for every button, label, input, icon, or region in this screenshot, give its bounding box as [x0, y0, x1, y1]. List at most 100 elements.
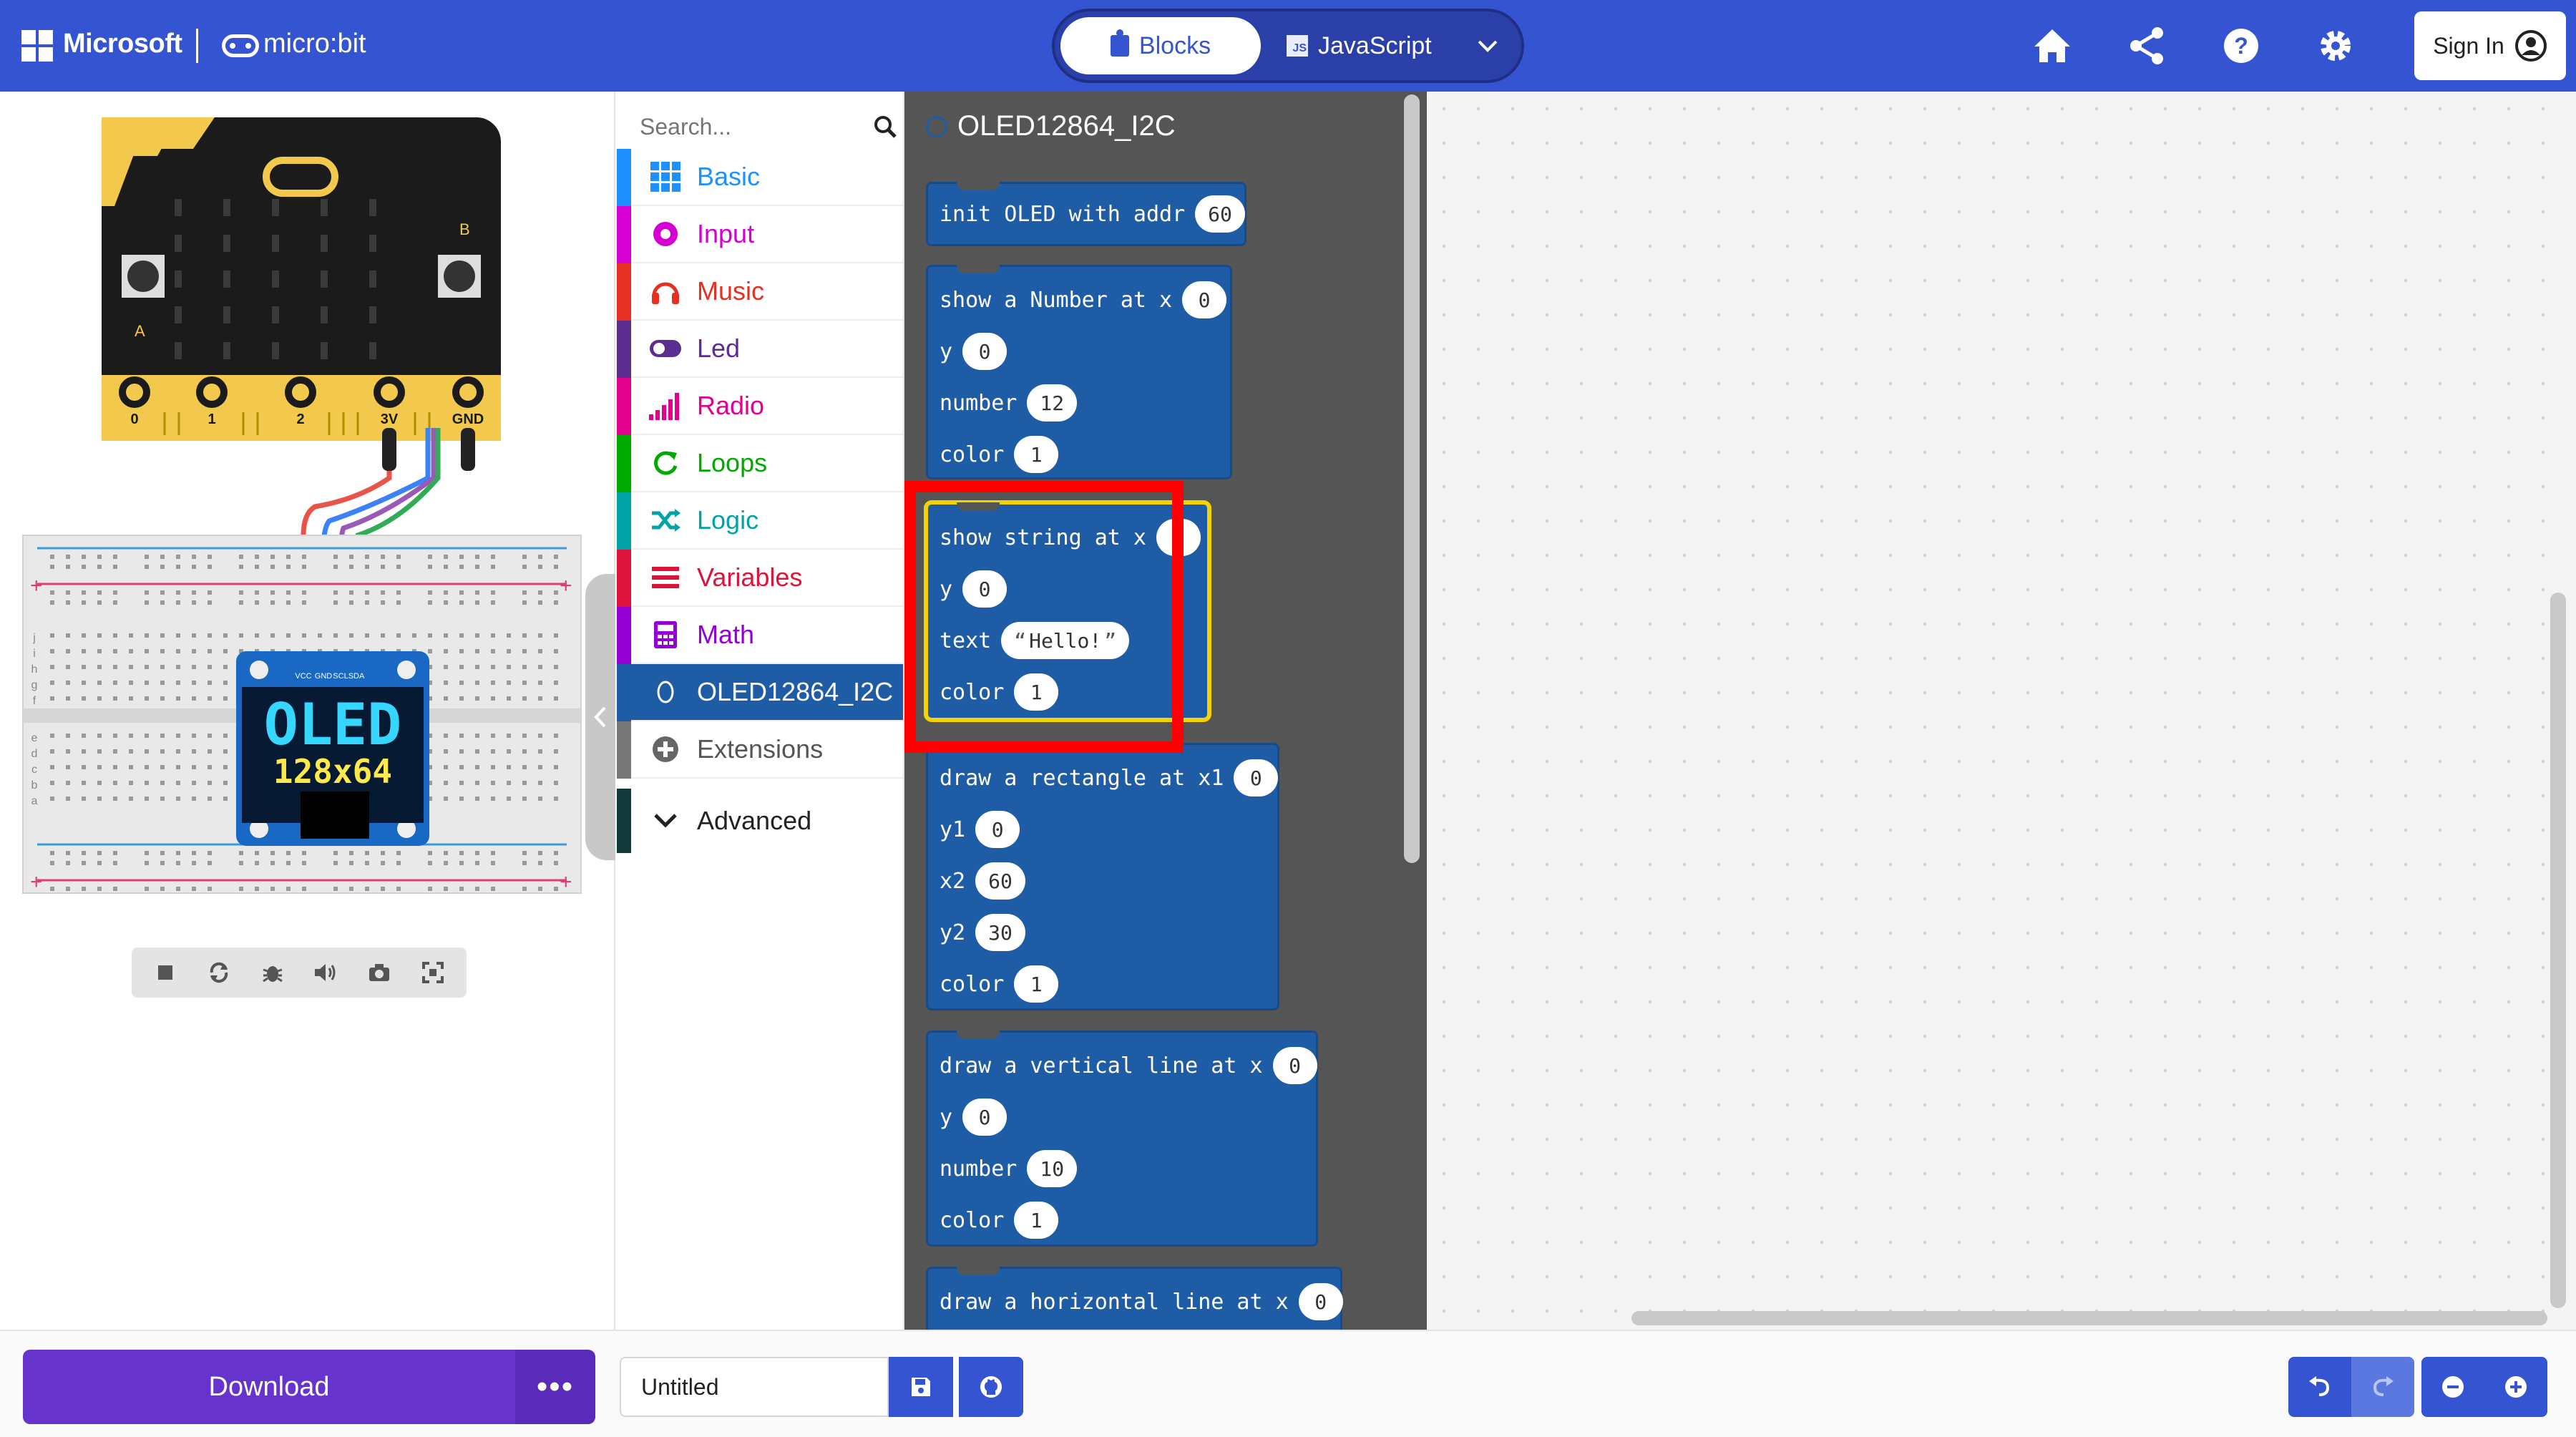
workspace-horizontal-scrollbar[interactable]	[1631, 1311, 2547, 1325]
block-show-number[interactable]: show a Number at x0 y0 number 12 color 1	[926, 265, 1232, 479]
block-label: y	[940, 338, 953, 364]
block-label: draw a horizontal line at x	[940, 1289, 1289, 1315]
github-icon	[980, 1376, 1002, 1398]
category-label: Radio	[697, 391, 765, 420]
toolbox-category-advanced[interactable]: Advanced	[617, 789, 903, 853]
home-button[interactable]	[2028, 21, 2077, 70]
block-init-oled[interactable]: init OLED with addr 60	[926, 182, 1246, 246]
stop-button[interactable]	[144, 951, 187, 994]
block-label: number	[940, 390, 1018, 416]
block-label: draw a rectangle at x1	[940, 765, 1224, 791]
search-icon[interactable]	[873, 115, 897, 139]
collapse-simulator-button[interactable]	[585, 574, 615, 860]
toolbox-category-math[interactable]: Math	[617, 607, 903, 664]
undo-button[interactable]	[2288, 1357, 2351, 1417]
category-label: Extensions	[697, 734, 824, 764]
block-label: color	[940, 442, 1005, 467]
toolbox-category-music[interactable]: Music	[617, 263, 903, 321]
editor-toggle: Blocks JS JavaScript	[1052, 9, 1524, 83]
workspace-vertical-scrollbar[interactable]	[2550, 593, 2566, 1308]
y-input[interactable]: 0	[962, 333, 1008, 370]
project-name-input[interactable]	[620, 1357, 889, 1417]
color-input[interactable]: 1	[1014, 965, 1059, 1003]
category-color-bar	[617, 607, 631, 664]
toolbox-category-basic[interactable]: Basic	[617, 149, 903, 206]
block-draw-rectangle[interactable]: draw a rectangle at x1 0 y1 0 x2 60 y2 30 co…	[926, 743, 1279, 1010]
category-label: Led	[697, 333, 741, 363]
simulator-stage[interactable]: A B 0 1 2 3V GND + + + + j i h g f e d c…	[0, 92, 615, 907]
signal-bars-icon	[648, 389, 683, 423]
puzzle-icon	[1110, 29, 1129, 57]
block-label: show a Number at x	[940, 287, 1173, 313]
zoom-in-button[interactable]	[2484, 1357, 2547, 1417]
editor-menu-button[interactable]	[1470, 29, 1506, 64]
mute-button[interactable]	[304, 951, 347, 994]
addr-input[interactable]: 60	[1195, 195, 1245, 233]
microbit-board[interactable]: A B 0 1 2 3V GND	[102, 117, 501, 441]
toolbox-category-extensions[interactable]: Extensions	[617, 721, 903, 779]
button-b[interactable]	[438, 255, 481, 298]
x1-input[interactable]: 0	[1234, 759, 1279, 797]
screenshot-button[interactable]	[358, 951, 401, 994]
plus-circle-icon	[648, 732, 683, 766]
fullscreen-button[interactable]	[411, 951, 454, 994]
svg-text:+: +	[560, 574, 572, 598]
zoom-out-button[interactable]	[2421, 1357, 2484, 1417]
help-button[interactable]: ?	[2217, 21, 2265, 70]
category-label: Math	[697, 620, 755, 649]
toolbox-category-radio[interactable]: Radio	[617, 378, 903, 435]
debug-button[interactable]	[251, 951, 294, 994]
number-input[interactable]: 10	[1027, 1150, 1078, 1187]
sign-in-button[interactable]: Sign In	[2414, 11, 2566, 80]
category-color-bar	[617, 149, 631, 206]
category-label: OLED12864_I2C	[697, 677, 894, 706]
flyout-scrollbar[interactable]	[1404, 94, 1420, 863]
x2-input[interactable]: 60	[975, 862, 1025, 900]
top-bar: Microsoft micro:bit Blocks JS JavaScript…	[0, 0, 2576, 92]
oled-pin-label: SCL	[333, 672, 348, 681]
oled-module[interactable]: VCC GND SCL SDA OLED 128x64	[236, 651, 429, 846]
y2-input[interactable]: 30	[975, 914, 1025, 951]
tab-javascript-label: JavaScript	[1318, 31, 1432, 59]
search-input[interactable]	[640, 113, 847, 140]
y1-input[interactable]: 0	[975, 811, 1020, 848]
block-draw-vertical-line[interactable]: draw a vertical line at x0 y0 number 10 c…	[926, 1031, 1318, 1247]
x-input[interactable]: 0	[1298, 1283, 1343, 1320]
x-input[interactable]: 0	[1272, 1047, 1317, 1084]
color-input[interactable]: 1	[1014, 436, 1059, 473]
share-icon	[2130, 27, 2163, 64]
settings-button[interactable]	[2311, 21, 2360, 70]
block-workspace[interactable]	[1427, 92, 2576, 1330]
block-label: color	[940, 1207, 1005, 1233]
save-button[interactable]	[889, 1357, 953, 1417]
share-button[interactable]	[2122, 21, 2171, 70]
github-button[interactable]	[959, 1357, 1023, 1417]
toolbox-category-logic[interactable]: Logic	[617, 492, 903, 550]
category-label: Loops	[697, 448, 768, 477]
y-input[interactable]: 0	[962, 1099, 1008, 1136]
restart-button[interactable]	[197, 951, 240, 994]
pin-label: GND	[452, 411, 484, 427]
breadboard-row-letter: a	[31, 795, 38, 807]
number-input[interactable]: 12	[1027, 384, 1078, 422]
color-input[interactable]: 1	[1014, 1202, 1059, 1239]
toolbox-category-input[interactable]: Input	[617, 206, 903, 263]
download-more-button[interactable]: •••	[515, 1350, 595, 1424]
restart-icon	[210, 962, 228, 983]
button-a-label: A	[135, 322, 145, 340]
toolbox-category-led[interactable]: Led	[617, 321, 903, 378]
tab-blocks[interactable]: Blocks	[1060, 17, 1261, 74]
category-label: Music	[697, 276, 765, 306]
microsoft-label: Microsoft	[63, 29, 182, 59]
redo-button[interactable]	[2351, 1357, 2414, 1417]
svg-text:?: ?	[2234, 33, 2248, 59]
toolbox-category-loops[interactable]: Loops	[617, 435, 903, 492]
toolbox-category-variables[interactable]: Variables	[617, 550, 903, 607]
download-button[interactable]: Download	[23, 1350, 515, 1424]
toolbox-category-oled12864-i2c[interactable]: OLED12864_I2C	[617, 664, 903, 721]
toolbox: Basic Input Music Led Radio Loops Logic …	[617, 92, 904, 1330]
microbit-label[interactable]: micro:bit	[263, 29, 366, 59]
x-input[interactable]: 0	[1182, 281, 1227, 318]
tab-javascript[interactable]: JS JavaScript	[1269, 17, 1448, 74]
button-a[interactable]	[122, 255, 165, 298]
